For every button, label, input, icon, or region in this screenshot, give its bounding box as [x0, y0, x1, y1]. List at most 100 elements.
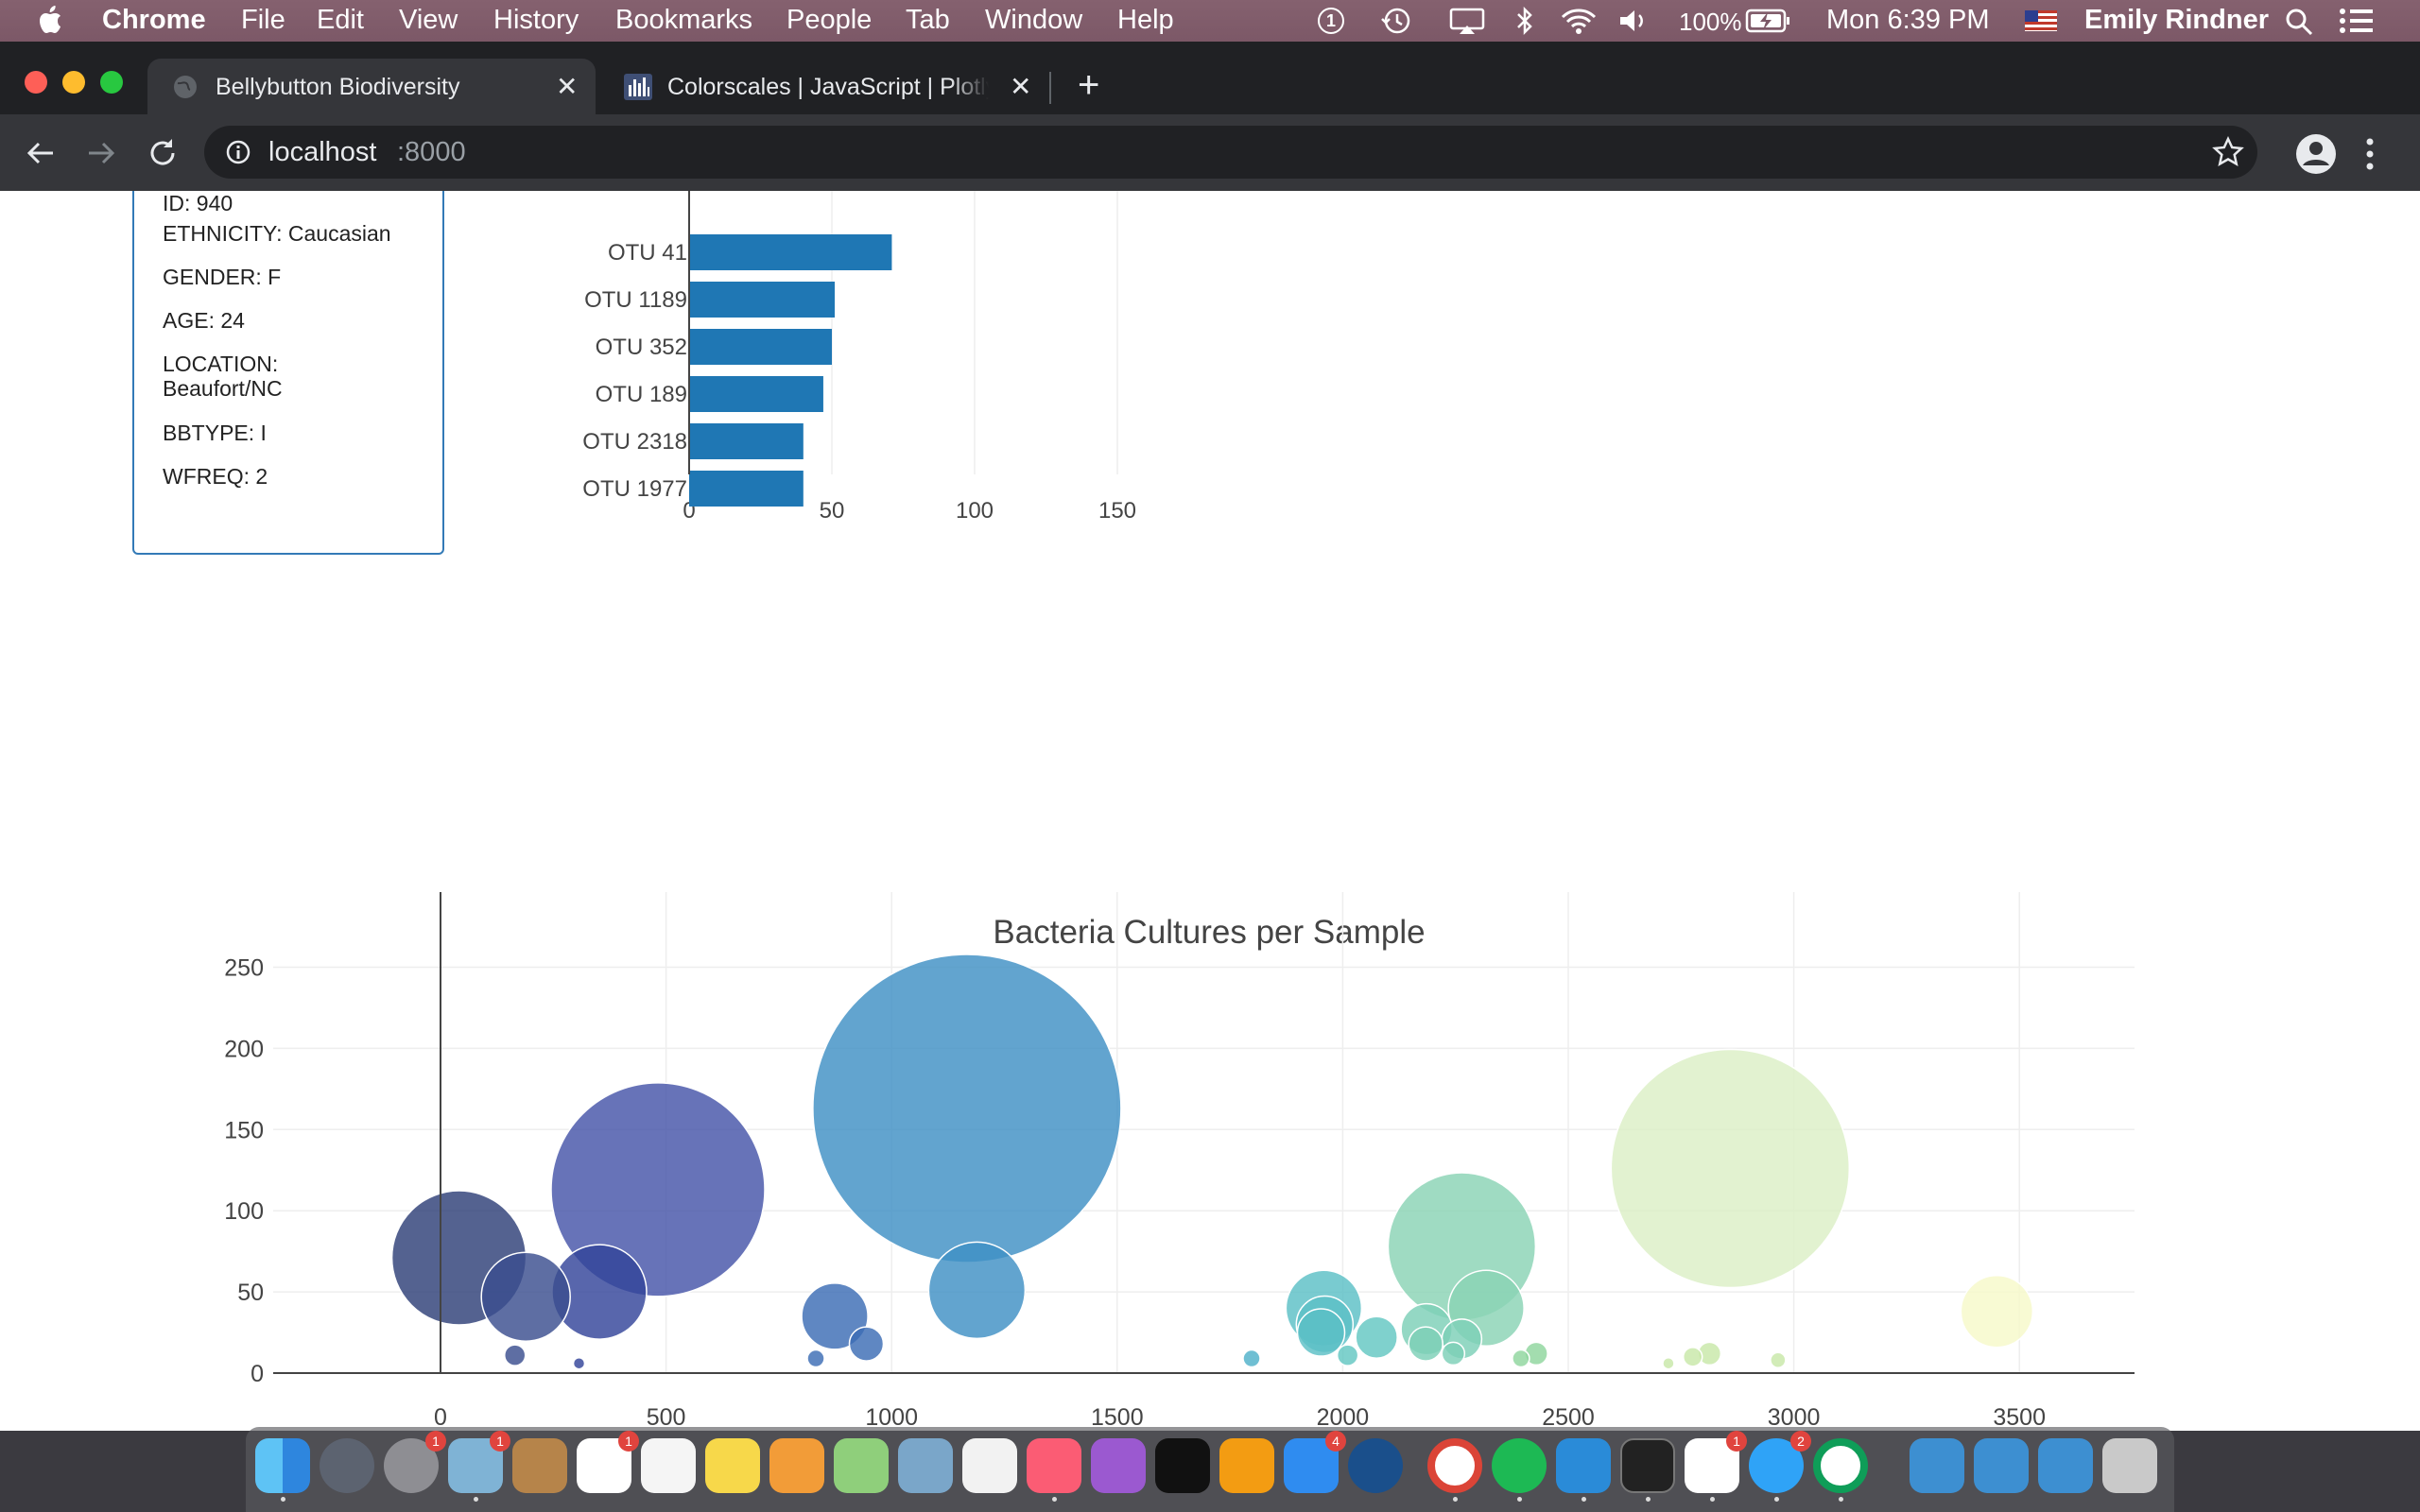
maps-icon[interactable]: [834, 1438, 889, 1493]
running-indicator: [1646, 1497, 1651, 1502]
profile-avatar-icon[interactable]: [2295, 133, 2337, 175]
time-machine-icon[interactable]: [1380, 6, 1412, 36]
podcasts-icon[interactable]: [1091, 1438, 1146, 1493]
spotlight-search-icon[interactable]: [2284, 7, 2314, 37]
battery-percent: 100%: [1679, 8, 1742, 36]
system-preferences-icon[interactable]: 1: [384, 1431, 446, 1493]
terminal-icon[interactable]: [1620, 1438, 1675, 1493]
chrome-window: Bellybutton Biodiversity ✕ Colorscales |…: [0, 42, 2420, 1431]
menu-edit[interactable]: Edit: [317, 5, 364, 36]
trash-icon[interactable]: [2102, 1438, 2157, 1493]
menubar-clock[interactable]: Mon 6:39 PM: [1826, 5, 1989, 36]
spotify-icon[interactable]: [1492, 1438, 1547, 1493]
menu-tab[interactable]: Tab: [906, 5, 950, 36]
bubble-point: [812, 954, 1122, 1263]
reminders-icon[interactable]: [641, 1438, 696, 1493]
vscode-icon[interactable]: [1556, 1438, 1611, 1493]
running-indicator: [1839, 1497, 1843, 1502]
menu-window[interactable]: Window: [985, 5, 1082, 36]
notes-icon[interactable]: [705, 1438, 760, 1493]
tab-colorscales[interactable]: Colorscales | JavaScript | Plotly ✕: [605, 59, 1047, 114]
bubble-point: [480, 1251, 571, 1343]
chrome-canary-icon[interactable]: [1813, 1438, 1868, 1493]
bubble-ytick-label: 200: [224, 1036, 264, 1062]
documents-folder-icon[interactable]: [1974, 1438, 2029, 1493]
bubble-point: [572, 1356, 586, 1370]
tab-bellybutton[interactable]: Bellybutton Biodiversity ✕: [147, 59, 596, 114]
bubble-ytick-label: 100: [224, 1198, 264, 1225]
menu-app-name[interactable]: Chrome: [102, 5, 206, 36]
macos-menubar: Chrome File Edit View History Bookmarks …: [0, 0, 2420, 42]
volume-icon[interactable]: [1618, 8, 1651, 34]
finder-icon[interactable]: [255, 1438, 310, 1493]
chrome-icon[interactable]: [1427, 1438, 1482, 1493]
plotly-favicon-icon: [624, 74, 652, 100]
running-indicator: [1774, 1497, 1779, 1502]
menu-view[interactable]: View: [399, 5, 458, 36]
bluetooth-icon[interactable]: [1514, 6, 1535, 36]
bubble-ytick-label: 150: [224, 1117, 264, 1143]
back-arrow-icon[interactable]: [25, 137, 57, 169]
site-info-icon[interactable]: [225, 139, 251, 165]
app-store-icon[interactable]: 4: [1284, 1431, 1346, 1493]
1password-icon[interactable]: [1348, 1438, 1403, 1493]
applications-folder-icon[interactable]: [1910, 1438, 1964, 1493]
us-flag-icon[interactable]: [2025, 10, 2057, 31]
airplay-icon[interactable]: [1448, 8, 1486, 36]
close-tab-icon[interactable]: ✕: [1010, 71, 1031, 102]
tab-divider: [1049, 72, 1051, 104]
bubble-chart-title: Bacteria Cultures per Sample: [993, 914, 1425, 951]
close-window-button[interactable]: [25, 71, 47, 94]
new-tab-button[interactable]: +: [1078, 64, 1099, 107]
apple-tv-icon[interactable]: [1155, 1438, 1210, 1493]
books-icon[interactable]: [1219, 1438, 1274, 1493]
wifi-icon[interactable]: [1560, 6, 1598, 36]
calendar-icon[interactable]: 1: [577, 1431, 639, 1493]
bubble-point: [1336, 1344, 1359, 1366]
close-tab-icon[interactable]: ✕: [556, 71, 578, 102]
bubble-point: [1662, 1356, 1675, 1370]
minimize-window-button[interactable]: [62, 71, 85, 94]
running-indicator: [1710, 1497, 1715, 1502]
running-indicator: [1582, 1497, 1586, 1502]
running-indicator: [281, 1497, 285, 1502]
messages-icon[interactable]: 2: [1749, 1431, 1811, 1493]
bubble-point: [503, 1344, 527, 1366]
keynote-icon[interactable]: [769, 1438, 824, 1493]
tab-title: Bellybutton Biodiversity: [216, 74, 460, 100]
battery-icon[interactable]: [1745, 9, 1790, 33]
more-menu-icon[interactable]: [2363, 135, 2377, 173]
menu-people[interactable]: People: [786, 5, 872, 36]
menu-file[interactable]: File: [241, 5, 285, 36]
zoom-window-button[interactable]: [100, 71, 123, 94]
menu-bookmarks[interactable]: Bookmarks: [615, 5, 752, 36]
news-icon[interactable]: [962, 1438, 1017, 1493]
url-host: localhost: [268, 137, 377, 167]
contacts-icon[interactable]: [512, 1438, 567, 1493]
page-viewport: ID: 940 ETHNICITY: Caucasian GENDER: F A…: [0, 191, 2420, 1431]
reload-icon[interactable]: [146, 136, 180, 170]
slack-icon[interactable]: 1: [1685, 1431, 1747, 1493]
menu-help[interactable]: Help: [1117, 5, 1174, 36]
tab-title: Colorscales | JavaScript | Plotly: [667, 74, 989, 100]
running-indicator: [1052, 1497, 1057, 1502]
apple-logo-icon[interactable]: [38, 6, 62, 34]
running-indicator: [1453, 1497, 1458, 1502]
bubble-point: [806, 1349, 825, 1368]
bubble-point: [1960, 1274, 2034, 1349]
preview-icon[interactable]: [898, 1438, 953, 1493]
forward-arrow-icon[interactable]: [85, 137, 117, 169]
bookmark-star-icon[interactable]: [2212, 136, 2244, 168]
bubble-point: [1296, 1308, 1346, 1357]
downloads-folder-icon[interactable]: [2038, 1438, 2093, 1493]
menubar-user[interactable]: Emily Rindner: [2084, 5, 2269, 36]
address-bar[interactable]: localhost :8000: [204, 126, 2257, 179]
bubble-point: [927, 1241, 1027, 1340]
mail-icon[interactable]: 1: [448, 1431, 510, 1493]
notification-center-icon[interactable]: [2339, 8, 2375, 34]
launchpad-icon[interactable]: [320, 1438, 374, 1493]
music-icon[interactable]: [1027, 1438, 1081, 1493]
password-manager-icon[interactable]: 1: [1318, 8, 1344, 34]
menu-history[interactable]: History: [493, 5, 579, 36]
bacteria-bubble-chart[interactable]: Bacteria Cultures per Sample0 500 1000 1500…: [0, 191, 2420, 1431]
